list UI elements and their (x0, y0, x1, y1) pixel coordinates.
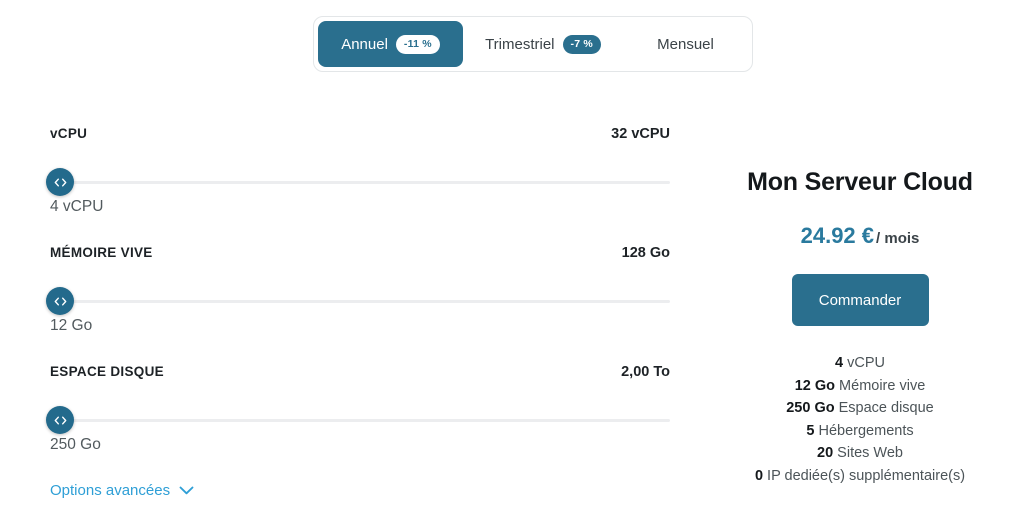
resize-horizontal-icon (54, 416, 67, 425)
spec-amount: 20 (817, 445, 834, 461)
slider-handle-memory[interactable] (46, 287, 74, 315)
list-item: 20 Sites Web (700, 442, 1020, 465)
list-item: 5 Hébergements (700, 420, 1020, 443)
slider-track-vcpu[interactable] (50, 181, 670, 184)
spec-text: Sites Web (837, 445, 903, 461)
tab-mensuel-label: Mensuel (657, 35, 714, 53)
price-period: / mois (876, 230, 920, 247)
slider-max-memory: 128 Go (621, 245, 670, 261)
spec-amount: 12 Go (794, 377, 836, 394)
list-item: 0 IP dediée(s) supplémentaire(s) (700, 465, 1020, 488)
slider-header-vcpu: vCPU 32 vCPU (50, 126, 670, 146)
tab-annuel-label: Annuel (341, 35, 388, 53)
slider-track-memory[interactable] (50, 300, 670, 303)
tab-trimestriel-label: Trimestriel (485, 35, 555, 53)
slider-max-vcpu: 32 vCPU (611, 126, 670, 142)
slider-max-disk: 2,00 To (621, 364, 670, 380)
slider-value-disk: 250 Go (50, 436, 101, 453)
slider-handle-disk[interactable] (46, 406, 74, 434)
resource-sliders: vCPU 32 vCPU 4 vCPU MÉMOIRE VIVE 128 Go … (46, 126, 670, 483)
slider-track-wrap-memory[interactable] (46, 287, 670, 315)
slider-label-disk: ESPACE DISQUE (50, 364, 164, 379)
billing-period-selector: Annuel -11 % Trimestriel -7 % Mensuel (313, 16, 753, 72)
price-row: 24.92 € / mois (700, 225, 1020, 247)
slider-track-disk[interactable] (50, 419, 670, 422)
slider-header-memory: MÉMOIRE VIVE 128 Go (50, 245, 670, 265)
spec-amount: 0 (754, 467, 764, 484)
spec-text: Espace disque (838, 400, 934, 416)
advanced-options-toggle[interactable]: Options avancées (50, 482, 194, 499)
slider-track-wrap-vcpu[interactable] (46, 168, 670, 196)
spec-amount: 5 (806, 422, 815, 439)
price-amount: 24.92 € (800, 223, 875, 248)
slider-label-vcpu: vCPU (50, 126, 88, 141)
list-item: 4 vCPU (700, 352, 1020, 375)
advanced-options-label: Options avancées (50, 482, 171, 499)
order-button[interactable]: Commander (791, 274, 929, 326)
tab-trimestriel-discount-badge: -7 % (562, 34, 601, 54)
spec-text: Hébergements (818, 422, 914, 439)
resize-horizontal-icon (54, 178, 67, 187)
chevron-down-icon (179, 482, 194, 499)
slider-handle-vcpu[interactable] (46, 168, 74, 196)
slider-label-memory: MÉMOIRE VIVE (50, 245, 153, 260)
slider-value-vcpu: 4 vCPU (50, 198, 104, 215)
spec-text: Mémoire vive (839, 377, 926, 394)
specs-list: 4 vCPU 12 Go Mémoire vive 250 Go Espace … (700, 352, 1020, 487)
order-summary-panel: Mon Serveur Cloud 24.92 € / mois Commande… (700, 168, 1020, 487)
resize-horizontal-icon (54, 297, 67, 306)
slider-value-memory: 12 Go (50, 317, 93, 334)
slider-track-wrap-disk[interactable] (46, 406, 670, 434)
slider-group-memory: MÉMOIRE VIVE 128 Go 12 Go (46, 245, 670, 364)
slider-header-disk: ESPACE DISQUE 2,00 To (50, 364, 670, 384)
list-item: 12 Go Mémoire vive (700, 375, 1020, 398)
spec-text: IP dediée(s) supplémentaire(s) (767, 467, 966, 484)
pricing-configurator: Annuel -11 % Trimestriel -7 % Mensuel vC… (0, 0, 1024, 532)
slider-group-disk: ESPACE DISQUE 2,00 To 250 Go (46, 364, 670, 483)
spec-amount: 4 (835, 355, 844, 371)
tab-trimestriel[interactable]: Trimestriel -7 % (463, 21, 623, 67)
list-item: 250 Go Espace disque (700, 397, 1020, 420)
spec-amount: 250 Go (786, 400, 835, 416)
page-title: Mon Serveur Cloud (747, 168, 973, 196)
spec-text: vCPU (847, 355, 885, 371)
tab-annuel-discount-badge: -11 % (395, 34, 440, 54)
tab-mensuel[interactable]: Mensuel (623, 21, 748, 67)
tab-annuel[interactable]: Annuel -11 % (318, 21, 463, 67)
slider-group-vcpu: vCPU 32 vCPU 4 vCPU (46, 126, 670, 245)
